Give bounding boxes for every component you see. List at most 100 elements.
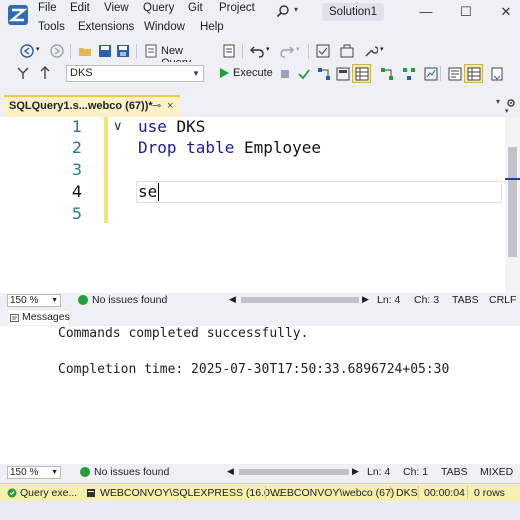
maximize-button[interactable]: ☐ [452, 2, 480, 22]
chevron-down-icon[interactable]: ▾ [496, 97, 500, 106]
chevron-down-icon[interactable]: ▾ [36, 45, 40, 53]
menu-window[interactable]: Window [144, 21, 185, 33]
menu-file[interactable]: File [38, 2, 57, 14]
tab-sqlquery1[interactable]: SQLQuery1.s...webco (67))* ⊸ × [4, 95, 180, 117]
live-stats-icon[interactable] [402, 67, 416, 81]
actual-plan-icon[interactable] [380, 67, 394, 81]
parse-check-icon[interactable] [297, 67, 311, 81]
toolbox-icon[interactable] [340, 44, 354, 58]
stop-icon[interactable] [280, 69, 290, 79]
database-name: DKS [396, 487, 418, 499]
tabs-indicator[interactable]: TABS [452, 294, 479, 306]
new-query-button[interactable]: New Query [144, 43, 216, 69]
line-ending-indicator[interactable]: MIXED [480, 466, 513, 478]
scroll-right-icon[interactable]: ▶ [352, 466, 359, 477]
scroll-right-icon[interactable]: ▶ [362, 294, 369, 305]
zoom-select[interactable]: 150 % ▼ [7, 294, 61, 307]
code-line[interactable]: se [138, 182, 157, 201]
wrench-icon[interactable] [364, 44, 378, 58]
open-folder-icon[interactable] [78, 44, 92, 58]
forward-icon[interactable] [50, 44, 64, 58]
search-button[interactable]: ▾ [272, 2, 312, 20]
chevron-down-icon[interactable]: ▾ [505, 107, 509, 115]
menu-tools[interactable]: Tools [38, 21, 65, 33]
horizontal-scrollbar-thumb[interactable] [239, 469, 349, 475]
status-separator [418, 486, 419, 499]
change-connection-icon[interactable] [38, 66, 52, 80]
taskbar [0, 501, 520, 520]
line-number: 4 [71, 182, 82, 201]
toolbar-separator [242, 44, 243, 59]
client-stats-icon[interactable] [424, 67, 438, 81]
elapsed-time: 00:00:04 [424, 487, 465, 499]
status-separator [467, 486, 468, 499]
chevron-down-icon: ▼ [51, 297, 58, 304]
server-name: WEBCONVOY\SQLEXPRESS (16.0 ... [100, 487, 282, 499]
code-line[interactable]: Drop table Employee [138, 138, 321, 157]
database-select-value: DKS [70, 67, 93, 79]
zoom-select[interactable]: 150 % ▼ [7, 466, 61, 479]
messages-tab-label: Messages [22, 311, 70, 323]
results-to-text-icon[interactable] [448, 67, 462, 81]
menu-extensions[interactable]: Extensions [78, 21, 134, 33]
zoom-value: 150 % [10, 295, 39, 306]
results-to-grid-toggle[interactable] [464, 64, 483, 83]
text-caret [158, 183, 159, 201]
save-icon[interactable] [98, 44, 112, 58]
menu-bar: File Edit View Query Git Project ▾ Solut… [0, 0, 520, 40]
chevron-down-icon[interactable]: ▾ [266, 45, 270, 53]
issues-indicator[interactable]: No issues found [94, 466, 169, 478]
minimize-button[interactable]: — [412, 2, 440, 22]
messages-pane[interactable]: Commands completed successfully. Complet… [0, 326, 520, 464]
scroll-left-icon[interactable]: ◀ [229, 294, 236, 305]
query-options-icon[interactable] [336, 67, 350, 81]
undo-icon[interactable] [250, 44, 264, 58]
issues-indicator[interactable]: No issues found [92, 294, 167, 306]
horizontal-scrollbar-thumb[interactable] [241, 297, 359, 303]
save-all-icon[interactable] [116, 44, 130, 58]
connect-icon[interactable] [16, 66, 30, 80]
tab-messages[interactable]: Messages [8, 311, 70, 325]
menu-git[interactable]: Git [188, 2, 203, 14]
menu-edit[interactable]: Edit [70, 2, 90, 14]
line-ending-indicator[interactable]: CRLF [489, 294, 516, 306]
line-number: 3 [71, 160, 82, 179]
close-window-button[interactable]: ✕ [492, 2, 520, 22]
tabs-indicator[interactable]: TABS [441, 466, 468, 478]
database-select[interactable]: DKS ▼ [66, 65, 204, 82]
keyword: use [138, 117, 167, 136]
chevron-down-icon[interactable]: ▾ [296, 45, 300, 53]
scroll-left-icon[interactable]: ◀ [227, 466, 234, 477]
results-to-file-icon[interactable] [490, 67, 504, 81]
pin-icon[interactable]: ⊸ [152, 97, 161, 115]
execute-button[interactable]: Execute [218, 66, 274, 82]
tab-title: SQLQuery1.s...webco (67))* [9, 100, 153, 112]
sql-editor[interactable]: ∨ 1 2 3 4 5 use DKS Drop table Employee … [0, 117, 520, 293]
results-to-grid-button[interactable] [352, 64, 371, 83]
toolbar-separator [70, 44, 71, 59]
back-icon[interactable] [20, 44, 34, 58]
redo-icon[interactable] [280, 44, 294, 58]
execute-label: Execute [233, 67, 273, 79]
ok-check-icon [78, 295, 88, 305]
menu-view[interactable]: View [104, 2, 129, 14]
identifier: DKS [166, 117, 206, 136]
menu-help[interactable]: Help [200, 21, 224, 33]
vertical-scrollbar[interactable] [505, 117, 520, 293]
toolbar-separator [136, 44, 137, 59]
document-tab-strip: SQLQuery1.s...webco (67))* ⊸ × ▾ ▾ [0, 93, 520, 117]
code-line[interactable]: use DKS [138, 117, 205, 136]
collapse-chevron-icon[interactable]: ∨ [113, 118, 123, 134]
results-tab-strip: Messages [0, 310, 520, 326]
executing-icon [7, 488, 17, 498]
scrollbar-thumb[interactable] [508, 147, 517, 257]
display-plan-icon[interactable] [317, 67, 331, 81]
line-number: 1 [71, 117, 82, 136]
solution-name: Solution1 [322, 3, 384, 21]
close-tab-button[interactable]: × [167, 97, 173, 115]
properties-icon[interactable] [316, 44, 330, 58]
menu-query[interactable]: Query [143, 2, 174, 14]
menu-project[interactable]: Project [219, 2, 255, 14]
script-icon[interactable] [222, 44, 236, 58]
chevron-down-icon[interactable]: ▾ [380, 45, 384, 53]
